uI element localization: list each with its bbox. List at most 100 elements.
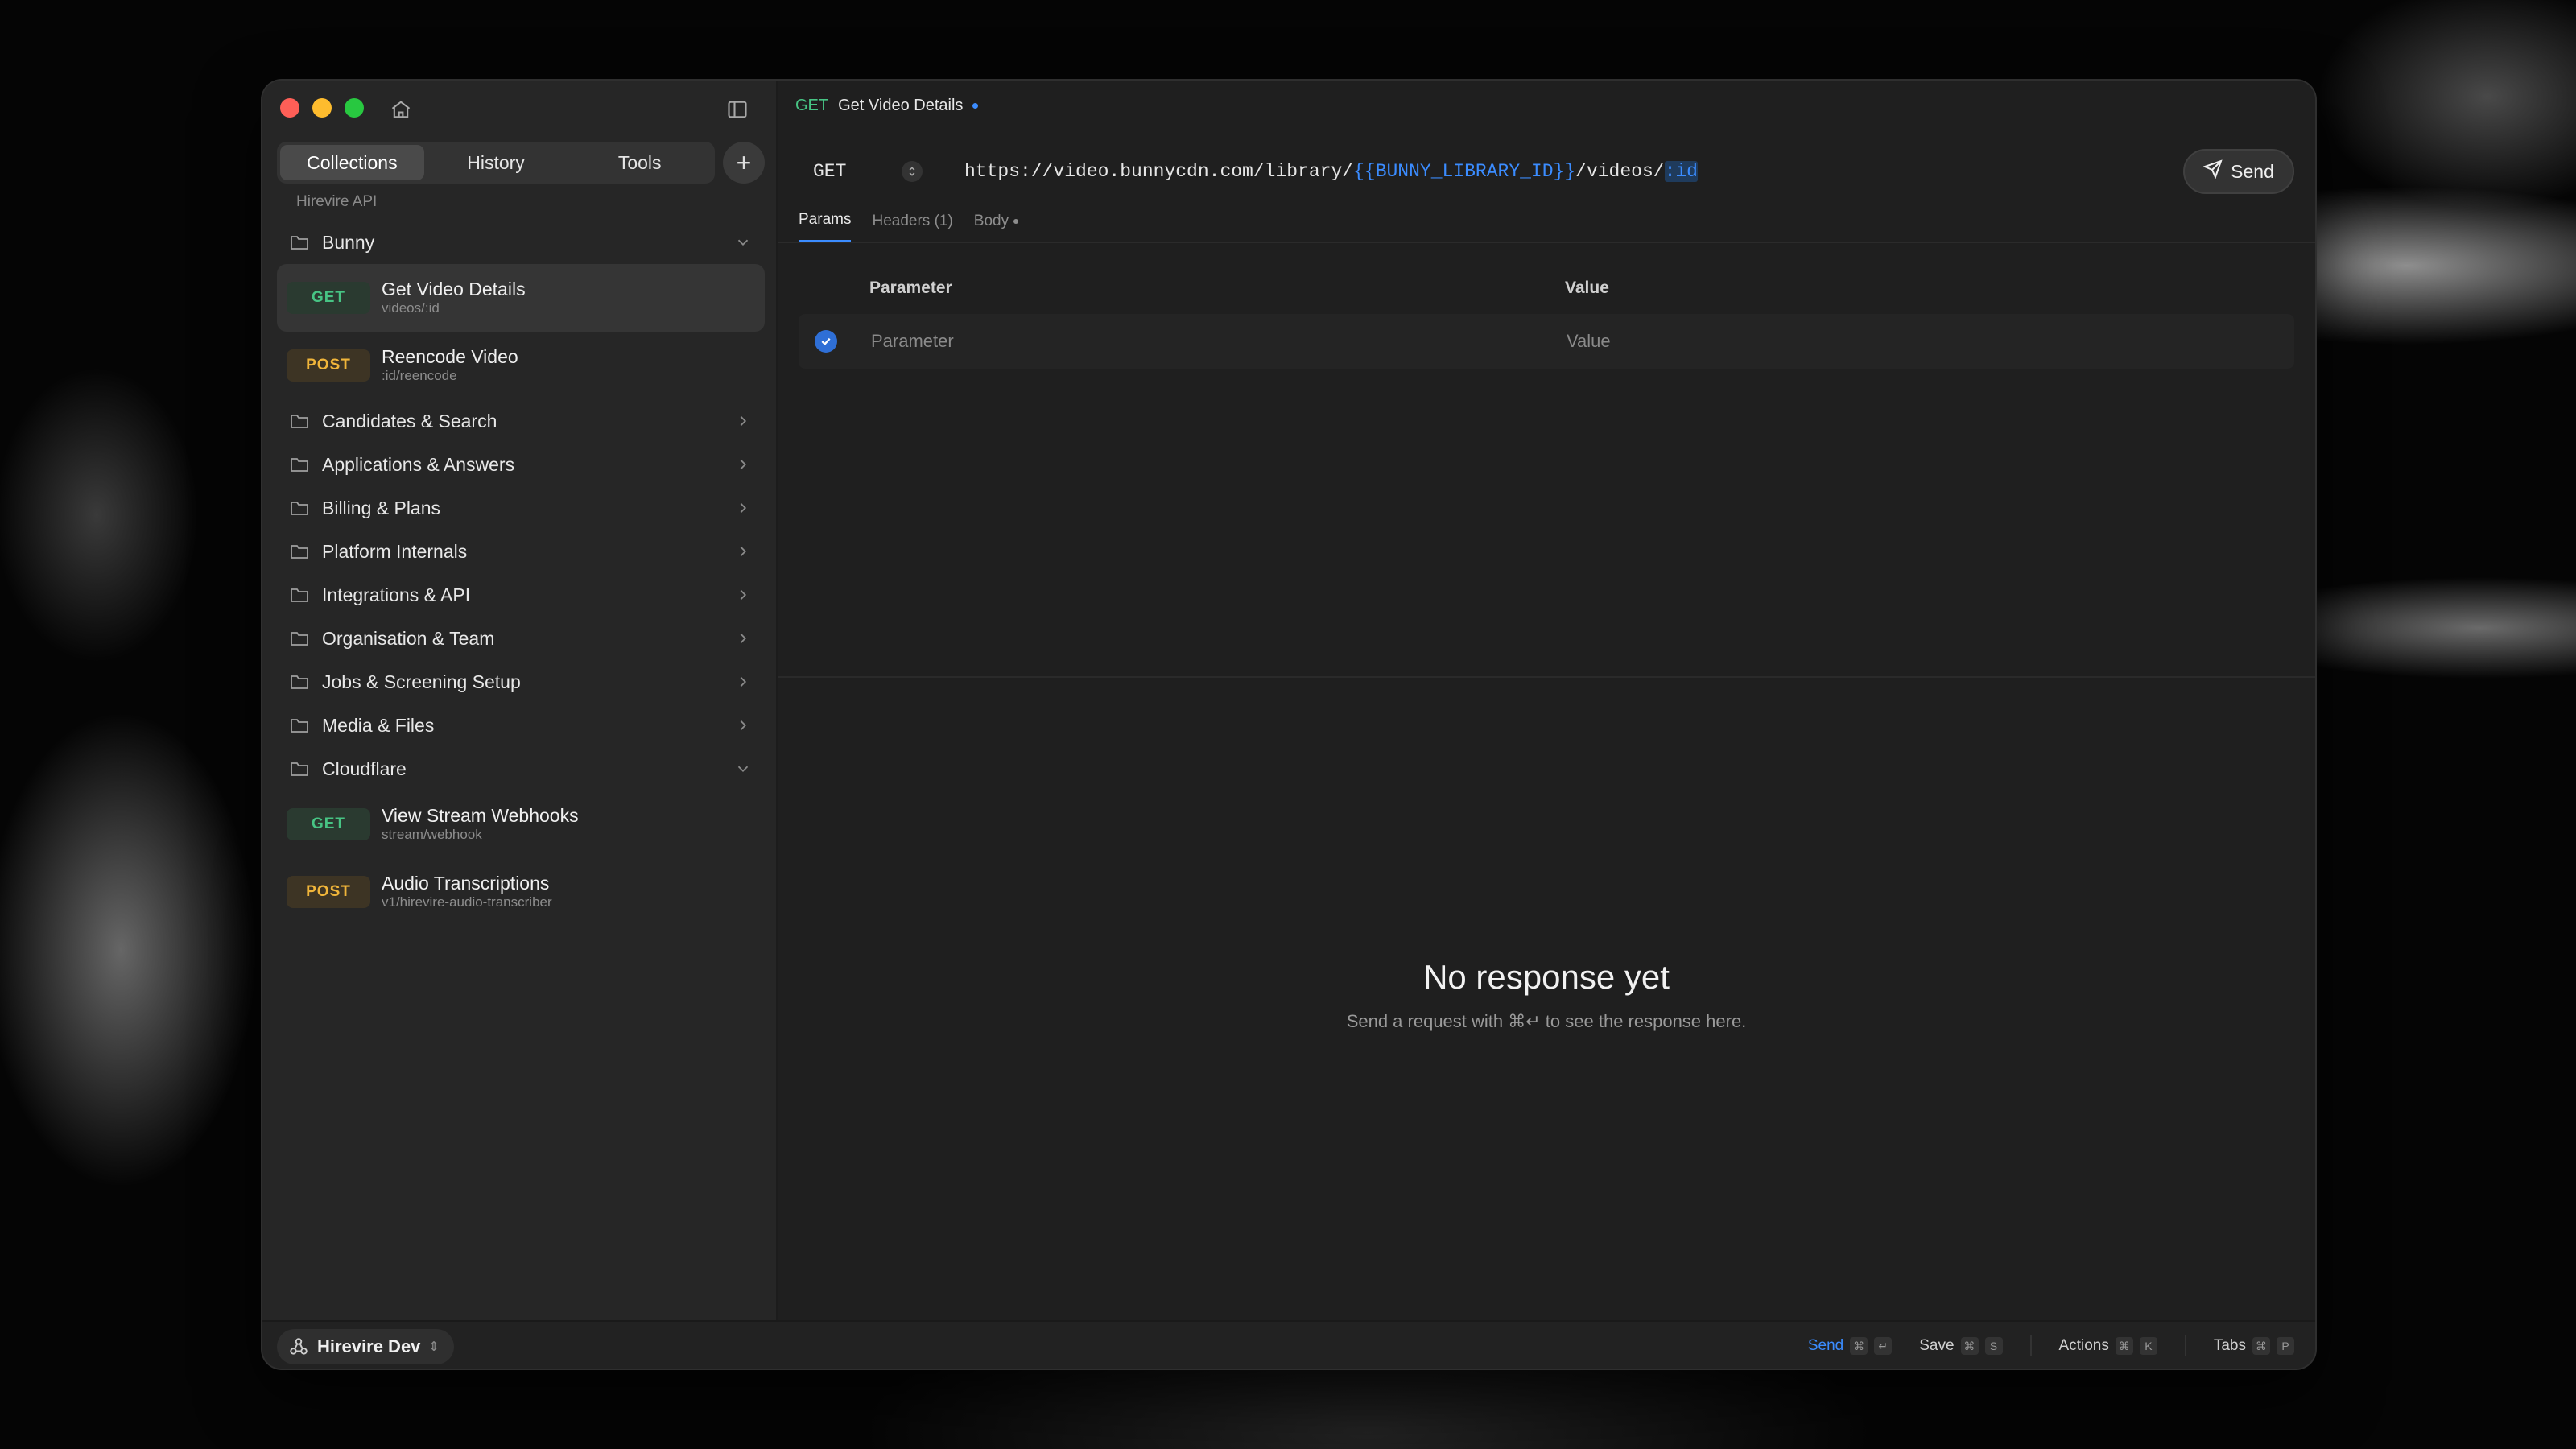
method-badge: GET <box>287 808 370 840</box>
sidebar-folder[interactable]: Jobs & Screening Setup <box>277 660 765 704</box>
segment-history[interactable]: History <box>424 145 568 180</box>
chevron-up-down-icon: ⇕ <box>428 1340 440 1354</box>
folder-name: Media & Files <box>322 714 435 736</box>
request-panel: GET Get Video Details GET https://video.… <box>778 80 2315 1320</box>
request-title: Get Video Details <box>382 279 526 299</box>
folder-icon <box>290 586 311 604</box>
url-path-variable: :id <box>1664 161 1698 182</box>
folder-name: Bunny <box>322 231 375 253</box>
shortcut-tabs[interactable]: Tabs ⌘ P <box>2214 1337 2294 1355</box>
method-badge: GET <box>287 282 370 314</box>
url-bar: GET https://video.bunnycdn.com/library/{… <box>795 147 2294 196</box>
sidebar-folder[interactable]: Candidates & Search <box>277 399 765 443</box>
tab-params[interactable]: Params <box>799 211 852 242</box>
segment-collections[interactable]: Collections <box>280 145 424 180</box>
shortcut-label: Tabs <box>2213 1337 2246 1354</box>
request-path: v1/hirevire-audio-transcriber <box>382 894 552 910</box>
sidebar-folder[interactable]: Media & Files <box>277 704 765 747</box>
tab-body[interactable]: Body <box>973 211 1019 242</box>
tabs-divider <box>778 242 2315 243</box>
chevron-right-icon <box>734 673 752 691</box>
unsaved-dot-icon <box>972 103 979 109</box>
param-key-input[interactable]: Parameter <box>871 331 1567 352</box>
sidebar-request-item[interactable]: GET View Stream Webhooks stream/webhook <box>277 791 765 858</box>
request-text: Get Video Details videos/:id <box>382 279 526 317</box>
shortcut-label: Actions <box>2058 1337 2109 1354</box>
params-table: Parameter Value Parameter Value <box>799 269 2294 369</box>
folder-name: Jobs & Screening Setup <box>322 671 521 692</box>
add-button[interactable]: + <box>723 142 765 184</box>
minimize-window-button[interactable] <box>312 98 332 118</box>
send-icon <box>2202 159 2223 184</box>
shortcut-key: K <box>2139 1337 2157 1355</box>
url-input[interactable]: https://video.bunnycdn.com/library/{{BUN… <box>964 161 2183 182</box>
chevron-right-icon <box>734 412 752 430</box>
close-window-button[interactable] <box>280 98 299 118</box>
folder-icon <box>290 543 311 560</box>
chevron-right-icon <box>734 716 752 734</box>
shortcut-key: P <box>2277 1337 2294 1355</box>
chevron-down-icon <box>734 233 752 251</box>
folder-icon <box>290 673 311 691</box>
chevron-up-down-icon <box>902 161 923 182</box>
open-request-tab[interactable]: GET Get Video Details <box>795 97 979 115</box>
shortcut-separator <box>2029 1335 2032 1356</box>
param-value-input[interactable]: Value <box>1567 331 1611 352</box>
table-row: Parameter Value <box>799 314 2294 369</box>
collection-group-label: Hirevire API <box>296 193 378 210</box>
sidebar-request-item[interactable]: GET Get Video Details videos/:id <box>277 264 765 332</box>
folder-icon <box>290 760 311 778</box>
sidebar-folder[interactable]: Integrations & API <box>277 573 765 617</box>
sidebar-folder[interactable]: Organisation & Team <box>277 617 765 660</box>
folder-name: Billing & Plans <box>322 497 441 518</box>
shortcut-actions[interactable]: Actions ⌘ K <box>2059 1337 2157 1355</box>
sidebar-folder[interactable]: Cloudflare <box>277 747 765 791</box>
home-icon[interactable] <box>385 93 417 126</box>
params-table-header: Parameter Value <box>799 269 2294 308</box>
folder-icon <box>290 456 311 473</box>
zoom-window-button[interactable] <box>345 98 364 118</box>
segment-tools[interactable]: Tools <box>568 145 712 180</box>
method-badge: POST <box>287 876 370 908</box>
url-env-variable: {{BUNNY_LIBRARY_ID}} <box>1353 161 1576 182</box>
environment-selector[interactable]: Hirevire Dev ⇕ <box>277 1329 454 1364</box>
sidebar-folder[interactable]: Billing & Plans <box>277 486 765 530</box>
tab-title: Get Video Details <box>838 97 964 114</box>
request-path: videos/:id <box>382 300 440 316</box>
sidebar: Collections History Tools + Hirevire API… <box>262 80 778 1320</box>
folder-name: Platform Internals <box>322 540 468 562</box>
send-button[interactable]: Send <box>2183 149 2294 194</box>
chevron-right-icon <box>734 543 752 560</box>
url-base: https://video.bunnycdn.com/library/ <box>964 161 1354 182</box>
tab-body-label: Body <box>973 212 1009 229</box>
sidebar-toggle-icon[interactable] <box>721 93 753 126</box>
sidebar-request-item[interactable]: POST Audio Transcriptions v1/hirevire-audi… <box>277 858 765 926</box>
chevron-right-icon <box>734 630 752 647</box>
collection-tree: Bunny GET Get Video Details videos/:id POST R… <box>277 221 765 926</box>
shortcut-separator <box>2184 1335 2186 1356</box>
request-text: Reencode Video:id/reencode <box>382 346 518 385</box>
tab-headers[interactable]: Headers (1) <box>872 211 952 242</box>
tab-method: GET <box>795 97 829 114</box>
folder-name: Organisation & Team <box>322 627 495 649</box>
sidebar-segmented-control: Collections History Tools <box>277 142 715 184</box>
shortcut-send[interactable]: Send ⌘ ↵ <box>1808 1337 1893 1355</box>
shortcut-key: ⌘ <box>1850 1337 1868 1355</box>
check-icon <box>821 337 831 346</box>
method-select[interactable]: GET <box>795 147 940 196</box>
shortcut-label: Save <box>1919 1337 1955 1354</box>
sidebar-folder[interactable]: Platform Internals <box>277 530 765 573</box>
window-controls <box>280 98 364 118</box>
param-enabled-checkbox[interactable] <box>815 330 837 353</box>
sidebar-folder[interactable]: Bunny <box>277 221 765 264</box>
chevron-down-icon <box>734 760 752 778</box>
plus-icon: + <box>736 147 752 177</box>
sidebar-folder[interactable]: Applications & Answers <box>277 443 765 486</box>
shortcut-key: ⌘ <box>1960 1337 1979 1355</box>
response-divider[interactable] <box>778 676 2315 678</box>
environment-name: Hirevire Dev <box>317 1336 421 1356</box>
folder-name: Cloudflare <box>322 758 407 779</box>
response-empty-title: No response yet <box>1423 958 1670 996</box>
shortcut-save[interactable]: Save ⌘ S <box>1919 1337 2003 1355</box>
sidebar-request-item[interactable]: POST Reencode Video:id/reencode <box>277 332 765 399</box>
